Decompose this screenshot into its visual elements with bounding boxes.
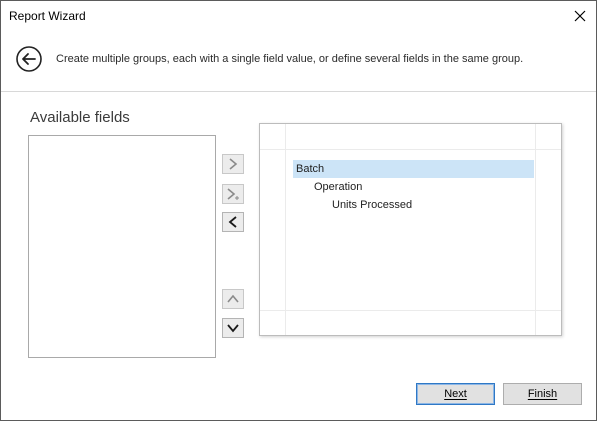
group-item-units-processed[interactable]: Units Processed — [332, 196, 412, 214]
finish-button-label: Finish — [527, 388, 558, 400]
report-wizard-window: Report Wizard Create multiple groups, ea… — [0, 0, 597, 421]
back-arrow-icon — [16, 46, 42, 72]
header-instruction: Create multiple groups, each with a sing… — [56, 53, 524, 65]
chevron-right-plus-icon — [227, 188, 239, 200]
wizard-header: Create multiple groups, each with a sing… — [1, 31, 596, 92]
move-up-button[interactable] — [222, 289, 244, 309]
grid-line — [260, 149, 561, 150]
group-item-operation[interactable]: Operation — [314, 178, 362, 196]
move-down-button[interactable] — [222, 318, 244, 338]
group-item-batch[interactable]: Batch — [293, 160, 534, 178]
close-button[interactable] — [567, 3, 593, 29]
next-button[interactable]: Next — [416, 383, 495, 405]
available-fields-label: Available fields — [30, 109, 130, 126]
available-fields-list[interactable] — [28, 135, 216, 358]
title-bar: Report Wizard — [1, 1, 596, 31]
add-field-button[interactable] — [222, 154, 244, 174]
grid-line — [285, 124, 286, 335]
add-to-group-button[interactable] — [222, 184, 244, 204]
chevron-down-icon — [227, 324, 239, 333]
remove-field-button[interactable] — [222, 212, 244, 232]
chevron-left-icon — [228, 216, 237, 228]
next-button-label: Next — [444, 388, 467, 400]
grid-line — [535, 124, 536, 335]
chevron-up-icon — [227, 294, 239, 303]
grid-line — [260, 310, 561, 311]
finish-button[interactable]: Finish — [503, 383, 582, 405]
window-title: Report Wizard — [9, 9, 86, 23]
chevron-right-icon — [229, 158, 238, 170]
grouping-panel[interactable]: Batch Operation Units Processed — [259, 123, 562, 336]
back-button[interactable] — [15, 45, 43, 73]
close-icon — [574, 10, 586, 22]
